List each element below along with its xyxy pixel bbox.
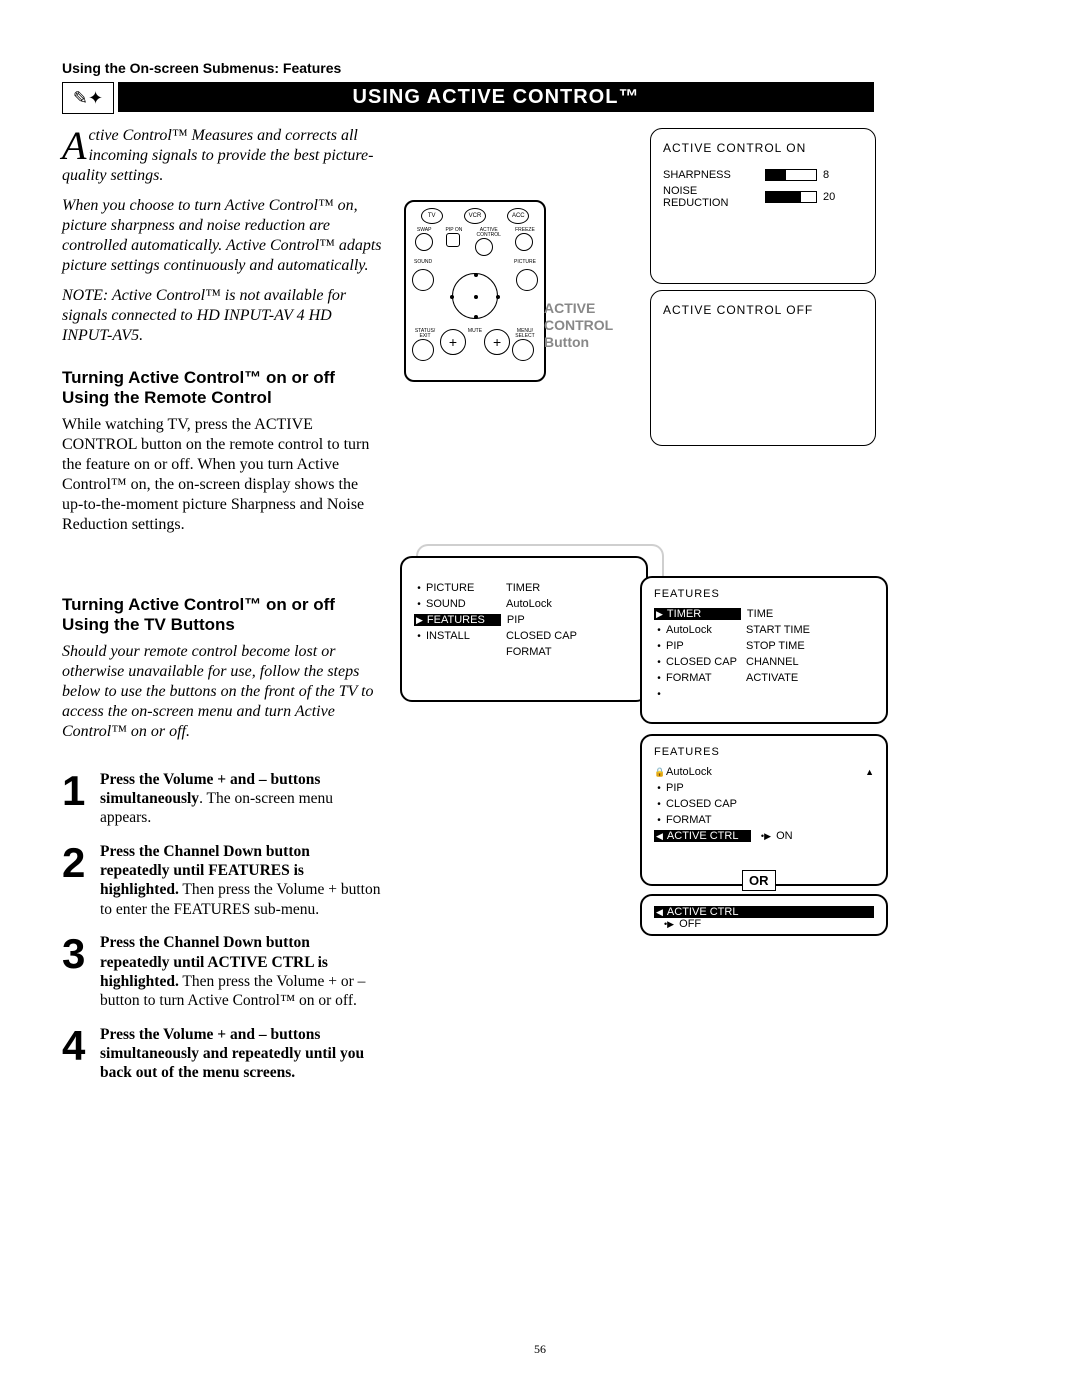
remote-lbl: FREEZE — [515, 228, 535, 233]
step-3: 3 Press the Channel Down button repeated… — [62, 933, 382, 1011]
menu-item: CLOSED CAP — [664, 656, 746, 668]
osd-row-label: NOISE REDUCTION — [663, 185, 759, 209]
osd-row-value: 8 — [823, 169, 829, 181]
menu-item: CLOSED CAP — [664, 798, 746, 810]
steps-list: 1 Press the Volume + and – buttons simul… — [62, 770, 382, 1083]
menu-item-highlight: FEATURES — [425, 614, 499, 626]
menu-subitem: TIME — [741, 608, 874, 620]
remote-lbl: MUTE — [468, 329, 482, 334]
remote-lbl: PIP ON — [446, 228, 463, 233]
remote-illustration: TV VCR ACC SWAP PIP ON ACTIVE CONTROL FR… — [404, 200, 546, 382]
step-1: 1 Press the Volume + and – buttons simul… — [62, 770, 382, 828]
remote-btn-pipon — [446, 233, 460, 247]
menu-item: AutoLock — [664, 766, 746, 778]
menu-subitem: CLOSED CAP — [506, 630, 634, 642]
intro-p1: ctive Control™ Measures and corrects all… — [62, 127, 373, 184]
intro-p2: When you choose to turn Active Control™ … — [62, 196, 382, 276]
step-2: 2 Press the Channel Down button repeated… — [62, 842, 382, 920]
remote-lbl: PICTURE — [514, 260, 536, 265]
osd-menu-active-off: ◀ACTIVE CTRL •▶ OFF — [640, 894, 888, 936]
remote-btn-swap — [415, 233, 433, 251]
menu-subitem: PIP — [501, 614, 634, 626]
remote-btn-menu — [512, 339, 534, 361]
menu-item: PIP — [664, 782, 746, 794]
remote-btn-sound — [412, 269, 434, 291]
subhead-tvbuttons: Turning Active Control™ on or off Using … — [62, 595, 382, 636]
section-icon: ✎✦ — [62, 82, 114, 114]
step-number: 1 — [62, 770, 100, 828]
step-bold: Press the Volume + and – buttons simulta… — [100, 1026, 364, 1082]
step-4: 4 Press the Volume + and – buttons simul… — [62, 1025, 382, 1083]
page-title: USING ACTIVE CONTROL™ — [118, 82, 874, 112]
menu-subitem: AutoLock — [506, 598, 634, 610]
remote-btn-status — [412, 339, 434, 361]
osd-active-off: ACTIVE CONTROL OFF — [650, 290, 876, 446]
menu-subitem: ACTIVATE — [746, 672, 874, 684]
menu-value: OFF — [679, 918, 701, 930]
menu-subitem: CHANNEL — [746, 656, 874, 668]
osd-on-title: ACTIVE CONTROL ON — [663, 141, 863, 155]
menu-item: SOUND — [424, 598, 506, 610]
menu-item: AutoLock — [664, 624, 746, 636]
osd-off-title: ACTIVE CONTROL OFF — [663, 303, 863, 317]
remote-btn-picture — [516, 269, 538, 291]
remote-callout: ACTIVE CONTROL Button — [544, 300, 634, 350]
osd-menu-main: •PICTURETIMER •SOUNDAutoLock ▶FEATURESPI… — [400, 556, 648, 702]
step-number: 2 — [62, 842, 100, 920]
dropcap: A — [62, 126, 88, 162]
menu-item: INSTALL — [424, 630, 506, 642]
menu-item: FORMAT — [664, 814, 746, 826]
osd-active-on: ACTIVE CONTROL ON SHARPNESS 8 NOISE REDU… — [650, 128, 876, 284]
breadcrumb: Using the On-screen Submenus: Features — [62, 60, 341, 76]
callout-l3: Button — [544, 334, 589, 350]
remote-btn-plus-r: + — [484, 329, 510, 355]
menu-value: ON — [776, 830, 793, 842]
menu-item: PIP — [664, 640, 746, 652]
menu-subitem: START TIME — [746, 624, 874, 636]
menu-subitem: STOP TIME — [746, 640, 874, 652]
osd-menu-features-timer: FEATURES ▶TIMERTIME •AutoLockSTART TIME … — [640, 576, 888, 724]
callout-l2: CONTROL — [544, 317, 613, 333]
remote-lbl: STATUS/ EXIT — [412, 329, 438, 339]
left-column: A ctive Control™ Measures and corrects a… — [62, 126, 382, 1097]
osd-menu-features-active: FEATURES AutoLock▲ •PIP •CLOSED CAP •FOR… — [640, 734, 888, 886]
remote-lbl: SOUND — [414, 260, 432, 265]
menu-title: FEATURES — [654, 746, 874, 758]
menu-item-highlight: ACTIVE CTRL — [665, 906, 749, 918]
menu-item-highlight: TIMER — [665, 608, 739, 620]
remote-btn-freeze — [515, 233, 533, 251]
menu-title: FEATURES — [654, 588, 874, 600]
menu-item: FORMAT — [664, 672, 746, 684]
menu-item: PICTURE — [424, 582, 506, 594]
lock-icon — [654, 767, 664, 778]
sec1-body: While watching TV, press the ACTIVE CONT… — [62, 415, 382, 535]
remote-btn-active-control — [475, 238, 493, 256]
step-number: 4 — [62, 1025, 100, 1083]
remote-btn-vcr: VCR — [464, 208, 486, 224]
osd-row-label: SHARPNESS — [663, 169, 759, 181]
intro-note: NOTE: Active Control™ is not available f… — [62, 286, 382, 346]
menu-item-highlight: ACTIVE CTRL — [665, 830, 749, 842]
menu-subitem: FORMAT — [506, 646, 634, 658]
menu-subitem: TIMER — [506, 582, 634, 594]
remote-lbl: MENU/ SELECT — [512, 329, 538, 339]
remote-lbl: ACTIVE CONTROL — [475, 228, 503, 238]
remote-lbl: SWAP — [415, 228, 433, 233]
sec2-body: Should your remote control become lost o… — [62, 642, 382, 742]
remote-dpad — [440, 271, 510, 321]
osd-row-value: 20 — [823, 191, 835, 203]
callout-l1: ACTIVE — [544, 300, 595, 316]
or-label: OR — [742, 870, 776, 891]
subhead-remote: Turning Active Control™ on or off Using … — [62, 368, 382, 409]
remote-btn-tv: TV — [421, 208, 443, 224]
remote-btn-plus-l: + — [440, 329, 466, 355]
page-number: 56 — [0, 1342, 1080, 1357]
remote-btn-acc: ACC — [507, 208, 529, 224]
step-number: 3 — [62, 933, 100, 1011]
